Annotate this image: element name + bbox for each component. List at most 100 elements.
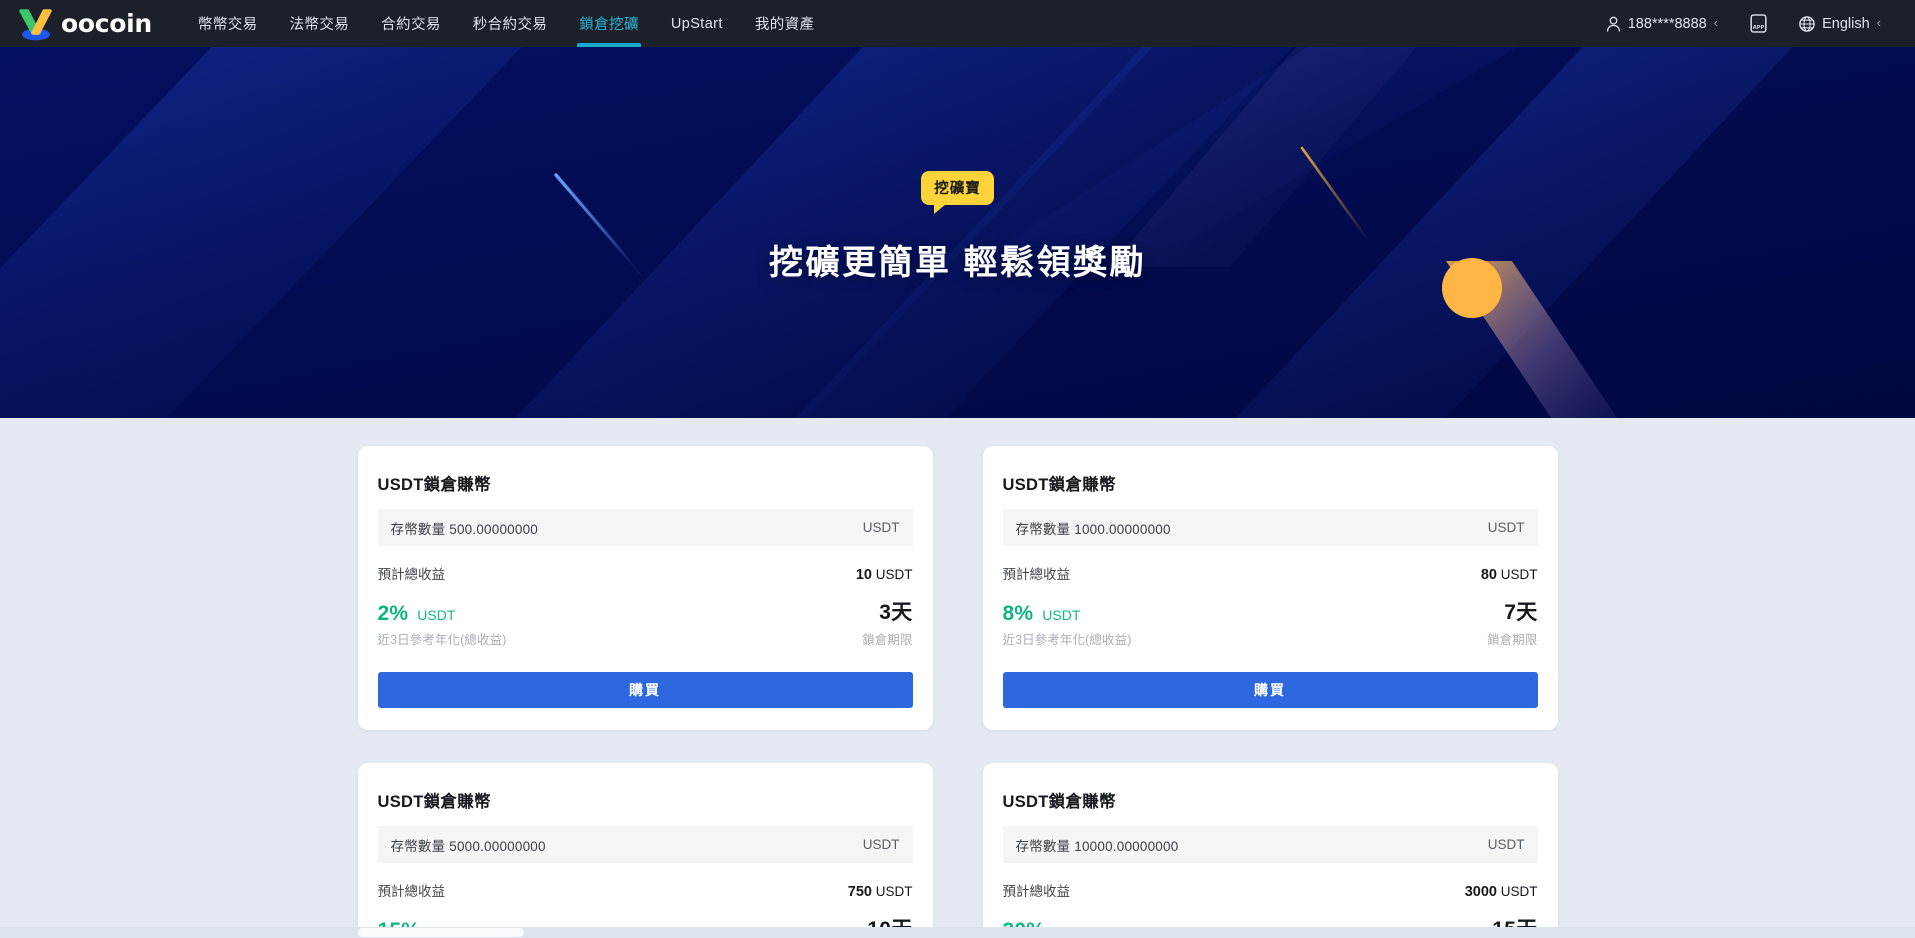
term-caption: 鎖倉期限 <box>1487 633 1538 647</box>
expected-profit-unit: USDT <box>1500 567 1538 582</box>
header-right-actions: 188****8888 ‹ APP English ‹ <box>1590 0 1897 47</box>
deposit-amount-label: 存幣數量 <box>390 838 446 854</box>
nav-label: 鎖倉挖礦 <box>579 17 639 33</box>
site-header: oocoin 幣幣交易 法幣交易 合約交易 秒合約交易 鎖倉挖礦 UpStart… <box>0 0 1915 47</box>
language-selector[interactable]: English ‹ <box>1783 0 1897 47</box>
svg-text:APP: APP <box>1753 25 1765 31</box>
app-download-icon: APP <box>1750 14 1767 33</box>
deposit-amount-unit: USDT <box>862 520 900 535</box>
deposit-amount-field[interactable]: 存幣數量 1000.00000000 USDT <box>1002 509 1538 546</box>
product-card[interactable]: USDT鎖倉賺幣 存幣數量 500.00000000 USDT 預計總收益 10… <box>357 446 933 730</box>
nav-label: 秒合約交易 <box>472 17 548 33</box>
expected-profit-unit: USDT <box>875 567 913 582</box>
card-stats: 2% USDT 近3日參考年化(總收益) 3天 鎖倉期限 <box>378 596 913 648</box>
card-title: USDT鎖倉賺幣 <box>377 793 491 811</box>
nav-item-contract-trade[interactable]: 合約交易 <box>365 0 457 47</box>
card-title: USDT鎖倉賺幣 <box>1002 793 1116 811</box>
chevron-icon: ‹ <box>1713 15 1719 30</box>
expected-profit-value: 750 <box>847 884 872 900</box>
hero-badge: 挖礦寶 <box>921 171 994 214</box>
nav-item-coin-trade[interactable]: 幣幣交易 <box>182 0 274 47</box>
rate-coin: USDT <box>1042 607 1081 623</box>
rate-caption: 近3日參考年化(總收益) <box>377 633 507 647</box>
language-label: English <box>1822 15 1870 32</box>
expected-profit-value-group: 80 USDT <box>1481 567 1538 583</box>
nav-label: 幣幣交易 <box>197 17 258 33</box>
expected-profit-unit: USDT <box>1500 884 1538 899</box>
expected-profit-value-group: 750 USDT <box>848 884 913 900</box>
card-stats: 8% USDT 近3日參考年化(總收益) 7天 鎖倉期限 <box>1003 596 1538 648</box>
expected-profit-row: 預計總收益 80 USDT <box>1003 563 1538 583</box>
scrollbar-thumb[interactable] <box>358 928 524 937</box>
deposit-amount-value: 5000.00000000 <box>449 838 546 854</box>
lock-term: 7天 <box>1504 601 1538 624</box>
term-caption: 鎖倉期限 <box>862 633 913 647</box>
account-menu[interactable]: 188****8888 ‹ <box>1590 0 1734 47</box>
deposit-amount-field[interactable]: 存幣數量 5000.00000000 USDT <box>377 826 913 863</box>
logo[interactable]: oocoin <box>14 7 152 41</box>
product-card[interactable]: USDT鎖倉賺幣 存幣數量 5000.00000000 USDT 預計總收益 7… <box>357 763 933 938</box>
lock-term: 3天 <box>879 601 913 624</box>
term-block: 3天 鎖倉期限 <box>862 596 912 648</box>
term-block: 7天 鎖倉期限 <box>1487 596 1537 648</box>
deposit-amount-value: 1000.00000000 <box>1074 521 1171 537</box>
nav-item-fiat-trade[interactable]: 法幣交易 <box>274 0 366 47</box>
user-icon <box>1606 16 1621 32</box>
nav-item-second-contract-trade[interactable]: 秒合約交易 <box>457 0 564 47</box>
main-content: USDT鎖倉賺幣 存幣數量 500.00000000 USDT 預計總收益 10… <box>0 418 1915 938</box>
expected-profit-row: 預計總收益 3000 USDT <box>1003 880 1538 900</box>
deposit-amount-unit: USDT <box>1487 837 1525 852</box>
main-nav: 幣幣交易 法幣交易 合約交易 秒合約交易 鎖倉挖礦 UpStart 我的資產 <box>182 0 831 47</box>
buy-button[interactable]: 購買 <box>377 672 913 708</box>
deposit-amount-text: 存幣數量 10000.00000000 <box>1016 835 1179 855</box>
rate-coin: USDT <box>417 607 456 623</box>
deposit-amount-value: 10000.00000000 <box>1074 838 1179 854</box>
nav-label: 法幣交易 <box>289 17 350 33</box>
rate-caption: 近3日參考年化(總收益) <box>1002 633 1132 647</box>
expected-profit-label: 預計總收益 <box>1002 884 1071 899</box>
voocoin-check-logo-icon <box>14 7 58 41</box>
deposit-amount-label: 存幣數量 <box>1015 521 1071 537</box>
nav-label: 合約交易 <box>381 17 441 33</box>
nav-label: UpStart <box>670 15 723 32</box>
globe-icon <box>1799 15 1815 32</box>
product-card[interactable]: USDT鎖倉賺幣 存幣數量 10000.00000000 USDT 預計總收益 … <box>982 763 1558 938</box>
hero-title: 挖礦更簡單 輕鬆領獎勵 <box>769 244 1146 282</box>
product-card-grid: USDT鎖倉賺幣 存幣數量 500.00000000 USDT 預計總收益 10… <box>357 446 1558 938</box>
app-download-button[interactable]: APP <box>1734 0 1783 47</box>
expected-profit-label: 預計總收益 <box>1002 567 1071 582</box>
deposit-amount-label: 存幣數量 <box>390 521 446 537</box>
expected-profit-unit: USDT <box>875 884 913 899</box>
account-label: 188****8888 <box>1627 15 1707 32</box>
expected-profit-row: 預計總收益 750 USDT <box>378 880 913 900</box>
deposit-amount-text: 存幣數量 5000.00000000 <box>391 835 546 855</box>
deposit-amount-unit: USDT <box>1487 520 1525 535</box>
deposit-amount-unit: USDT <box>862 837 900 852</box>
nav-item-my-assets[interactable]: 我的資產 <box>739 0 831 47</box>
expected-profit-value: 10 <box>855 567 872 583</box>
expected-profit-value: 3000 <box>1464 884 1497 900</box>
expected-profit-label: 預計總收益 <box>377 567 446 582</box>
deposit-amount-text: 存幣數量 1000.00000000 <box>1016 518 1171 538</box>
card-title: USDT鎖倉賺幣 <box>377 476 491 494</box>
rate-block: 2% USDT 近3日參考年化(總收益) <box>378 602 507 648</box>
expected-profit-value: 80 <box>1480 567 1497 583</box>
deposit-amount-field[interactable]: 存幣數量 10000.00000000 USDT <box>1002 826 1538 863</box>
nav-item-lock-mining[interactable]: 鎖倉挖礦 <box>563 0 655 47</box>
product-card[interactable]: USDT鎖倉賺幣 存幣數量 1000.00000000 USDT 預計總收益 8… <box>982 446 1558 730</box>
expected-profit-row: 預計總收益 10 USDT <box>378 563 913 583</box>
deposit-amount-field[interactable]: 存幣數量 500.00000000 USDT <box>377 509 913 546</box>
deposit-amount-text: 存幣數量 500.00000000 <box>391 518 539 538</box>
expected-profit-label: 預計總收益 <box>377 884 446 899</box>
nav-item-upstart[interactable]: UpStart <box>655 0 739 47</box>
horizontal-scrollbar[interactable] <box>0 927 1915 938</box>
chevron-icon: ‹ <box>1876 15 1881 30</box>
logo-wordmark: oocoin <box>61 9 152 38</box>
annualized-rate: 2% <box>377 602 409 625</box>
annualized-rate: 8% <box>1002 602 1034 625</box>
nav-label: 我的資產 <box>754 17 815 33</box>
expected-profit-value-group: 10 USDT <box>856 567 913 583</box>
buy-button[interactable]: 購買 <box>1002 672 1538 708</box>
deposit-amount-label: 存幣數量 <box>1015 838 1071 854</box>
expected-profit-value-group: 3000 USDT <box>1465 884 1538 900</box>
